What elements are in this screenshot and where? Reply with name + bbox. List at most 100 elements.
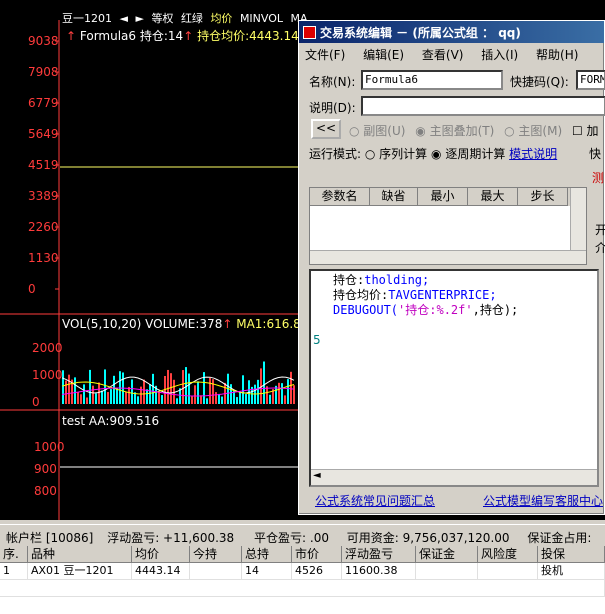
run-mode-label: 运行模式:: [309, 147, 362, 161]
volume-bar: [137, 396, 139, 404]
toolbar-item-avg[interactable]: 均价: [210, 12, 232, 25]
menu-bar: 文件(F) 编辑(E) 查看(V) 插入(I) 帮助(H): [299, 43, 604, 63]
test-axis-tick: 800: [34, 484, 57, 498]
volume-bar: [152, 373, 154, 404]
volume-bar: [221, 396, 223, 404]
price-axis-tick: 5649: [28, 127, 59, 141]
shortcut-input[interactable]: FORM: [576, 70, 605, 90]
footer-link-support[interactable]: 公式模型编写客服中心: [483, 492, 603, 509]
code-content[interactable]: 持仓:tholding; 持仓均价:TAVGENTERPRICE; DEBUGO…: [333, 273, 518, 318]
volume-bar: [209, 377, 211, 404]
col-risk[interactable]: 风险度: [478, 546, 538, 563]
volume-bar: [98, 382, 100, 404]
col-total-hold[interactable]: 总持: [242, 546, 292, 563]
volume-bar: [188, 373, 190, 404]
menu-insert[interactable]: 插入(I): [481, 48, 518, 62]
volume-bar: [110, 389, 112, 404]
radio-main-overlay[interactable]: ◉ 主图叠加(T): [415, 124, 494, 138]
code-editor[interactable]: 持仓:tholding; 持仓均价:TAVGENTERPRICE; DEBUGO…: [309, 269, 599, 487]
volume-bar: [266, 386, 268, 404]
menu-edit[interactable]: 编辑(E): [363, 48, 404, 62]
scroll-left-icon[interactable]: ◄: [313, 470, 321, 481]
symbol-label: 豆一1201: [62, 12, 112, 25]
editor-hscrollbar[interactable]: ◄: [311, 469, 597, 485]
col-index[interactable]: 序.: [0, 546, 28, 563]
positions-header: 序. 品种 均价 今持 总持 市价 浮动盈亏 保证金 风险度 投保: [0, 546, 605, 563]
toolbar-item-minvol[interactable]: MINVOL: [240, 12, 283, 25]
table-row[interactable]: 1 AX01 豆一1201 4443.14 14 4526 11600.38 投…: [0, 563, 605, 580]
volume-bar: [68, 374, 70, 404]
volume-bar: [77, 391, 79, 404]
parameter-grid-hscrollbar[interactable]: [310, 250, 586, 264]
radio-series[interactable]: ○ 序列计算: [365, 147, 427, 161]
col-market-price[interactable]: 市价: [292, 546, 342, 563]
name-input[interactable]: Formula6: [361, 70, 503, 90]
col-avg-price[interactable]: 均价: [132, 546, 190, 563]
volume-value: VOLUME:378: [145, 317, 223, 331]
formula-name: Formula6: [79, 29, 137, 43]
col-today-hold[interactable]: 今持: [190, 546, 242, 563]
volume-bar: [290, 371, 292, 404]
formula-output-line: ↑ Formula6 持仓:14↑ 持仓均价:4443.14↑: [66, 27, 309, 44]
menu-file[interactable]: 文件(F): [305, 48, 345, 62]
add-checkbox[interactable]: ☐ 加: [572, 124, 599, 138]
side-label-open[interactable]: 开: [595, 221, 605, 238]
dialog-title: 交易系统编辑 － (所属公式组 ： qq): [320, 26, 521, 40]
account-label: 帐户栏 [10086]: [6, 531, 94, 545]
name-label: 名称(N):: [309, 75, 356, 89]
volume-bar: [101, 390, 103, 404]
trading-system-editor-dialog[interactable]: 交易系统编辑 － (所属公式组 ： qq) 文件(F) 编辑(E) 查看(V) …: [298, 20, 605, 515]
volume-bar: [218, 393, 220, 404]
toolbar-item-weight[interactable]: 等权: [151, 12, 173, 25]
volume-bar: [236, 397, 238, 404]
volume-bar: [200, 395, 202, 404]
volume-bar: [131, 379, 133, 404]
volume-axis-tick: 0: [32, 395, 40, 409]
description-input[interactable]: [361, 96, 605, 116]
dialog-title-bar[interactable]: 交易系统编辑 － (所属公式组 ： qq): [299, 21, 604, 43]
volume-bar: [86, 397, 88, 404]
volume-bar: [83, 384, 85, 404]
test-axis-tick: 1000: [34, 440, 65, 454]
parameter-grid[interactable]: 参数名 缺省 最小 最大 步长: [309, 187, 587, 265]
menu-view[interactable]: 查看(V): [422, 48, 464, 62]
toolbar-item-redgreen[interactable]: 红绿: [181, 12, 203, 25]
cell-index: 1: [0, 563, 28, 580]
chart-type-radios: ○ 副图(U) ◉ 主图叠加(T) ○ 主图(M) ☐ 加: [349, 122, 599, 139]
volume-bar: [128, 386, 130, 404]
volume-bar: [194, 385, 196, 404]
radio-per-cycle[interactable]: ◉ 逐周期计算: [431, 147, 505, 161]
collapse-button[interactable]: <<: [311, 119, 341, 139]
volume-bar: [185, 367, 187, 404]
volume-header: VOL(5,10,20) VOLUME:378↑ MA1:616.8↑: [62, 317, 311, 331]
positions-table[interactable]: 序. 品种 均价 今持 总持 市价 浮动盈亏 保证金 风险度 投保 1 AX01…: [0, 546, 605, 614]
up-arrow-icon: ↑: [183, 29, 194, 43]
volume-bar: [104, 369, 106, 404]
col-floating-pl[interactable]: 浮动盈亏: [342, 546, 416, 563]
col-hedge[interactable]: 投保: [538, 546, 605, 563]
ma1-value: MA1:616.8: [236, 317, 301, 331]
side-label-test[interactable]: 测: [592, 169, 604, 186]
col-margin[interactable]: 保证金: [416, 546, 478, 563]
test-indicator-label: test: [62, 414, 86, 428]
volume-bar: [182, 370, 184, 404]
volume-bar: [113, 375, 115, 404]
radio-main[interactable]: ○ 主图(M): [504, 124, 562, 138]
volume-bar: [281, 383, 283, 404]
side-label-intro[interactable]: 介: [595, 239, 605, 256]
footer-link-faq[interactable]: 公式系统常见问题汇总: [315, 492, 435, 509]
menu-help[interactable]: 帮助(H): [536, 48, 578, 62]
parameter-grid-scrollbar[interactable]: [570, 188, 586, 252]
mode-help-link[interactable]: 模式说明: [509, 147, 557, 161]
volume-bar: [263, 361, 265, 404]
volume-bar: [197, 381, 199, 404]
line-number: 5: [313, 333, 321, 347]
prev-arrow-icon[interactable]: ◄: [120, 12, 128, 25]
param-col-default: 缺省: [370, 188, 418, 206]
right-side-button[interactable]: 快: [589, 145, 601, 162]
cell-symbol: AX01 豆一1201: [28, 563, 132, 580]
volume-bar: [293, 385, 295, 404]
radio-subchart[interactable]: ○ 副图(U): [349, 124, 405, 138]
col-symbol[interactable]: 品种: [28, 546, 132, 563]
next-arrow-icon[interactable]: ►: [135, 12, 143, 25]
